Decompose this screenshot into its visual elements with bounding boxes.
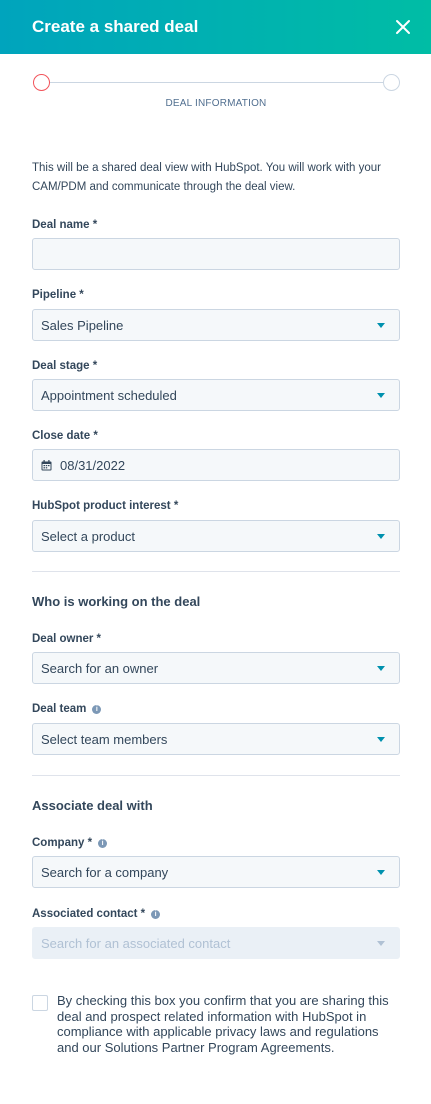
- deal-owner-select[interactable]: Search for an owner: [32, 652, 400, 684]
- close-icon[interactable]: [391, 15, 415, 39]
- deal-team-select[interactable]: Select team members: [32, 723, 400, 755]
- panel-header: Create a shared deal: [0, 0, 431, 54]
- calendar-icon: [41, 459, 52, 471]
- chevron-down-icon: [377, 665, 385, 671]
- contact-label: Associated contact * i: [32, 908, 161, 920]
- close-date-label: Close date *: [32, 430, 98, 442]
- company-select[interactable]: Search for a company: [32, 856, 400, 888]
- pipeline-select[interactable]: Sales Pipeline: [32, 309, 400, 341]
- info-icon[interactable]: i: [92, 704, 102, 714]
- deal-name-label: Deal name *: [32, 219, 97, 231]
- deal-stage-value: Appointment scheduled: [41, 387, 177, 403]
- panel-title: Create a shared deal: [32, 17, 199, 36]
- deal-team-label: Deal team i: [32, 703, 102, 715]
- consent-checkbox[interactable]: [32, 995, 48, 1011]
- deal-name-label-text: Deal name *: [32, 219, 98, 231]
- associate-section-title: Associate deal with: [32, 798, 153, 813]
- product-interest-select[interactable]: Select a product: [32, 520, 400, 552]
- product-interest-label-text: HubSpot product interest *: [32, 500, 179, 512]
- contact-select: Search for an associated contact: [32, 927, 400, 959]
- contact-label-text: Associated contact *: [32, 908, 146, 920]
- section-divider: [32, 775, 400, 776]
- pipeline-label-text: Pipeline *: [32, 289, 84, 301]
- step-2-dot: [383, 74, 400, 91]
- deal-stage-select[interactable]: Appointment scheduled: [32, 379, 400, 411]
- step-1-dot: [33, 74, 50, 91]
- product-interest-label: HubSpot product interest *: [32, 500, 178, 512]
- stepper-line: [48, 82, 384, 83]
- deal-owner-value: Search for an owner: [41, 660, 159, 676]
- consent-row: By checking this box you confirm that yo…: [32, 993, 402, 1055]
- deal-owner-label-text: Deal owner *: [32, 633, 102, 645]
- chevron-down-icon: [377, 533, 385, 539]
- section-divider: [32, 571, 400, 572]
- close-date-value: 08/31/2022: [60, 457, 126, 473]
- pipeline-label: Pipeline *: [32, 289, 84, 301]
- chevron-down-icon: [377, 736, 385, 742]
- chevron-down-icon: [377, 392, 385, 398]
- pipeline-value: Sales Pipeline: [41, 317, 124, 333]
- info-icon[interactable]: i: [151, 909, 161, 919]
- close-date-input[interactable]: 08/31/2022: [32, 449, 400, 481]
- info-icon[interactable]: i: [98, 838, 108, 848]
- deal-team-label-text: Deal team: [32, 703, 87, 715]
- contact-value: Search for an associated contact: [41, 935, 231, 951]
- consent-text: By checking this box you confirm that yo…: [57, 993, 389, 1055]
- company-label-text: Company *: [32, 837, 93, 849]
- deal-stage-label-text: Deal stage *: [32, 360, 98, 372]
- working-section-title: Who is working on the deal: [32, 594, 201, 609]
- step-label: DEAL INFORMATION: [165, 98, 267, 109]
- intro-text: This will be a shared deal view with Hub…: [32, 162, 381, 193]
- progress-stepper: DEAL INFORMATION: [32, 73, 400, 113]
- deal-stage-label: Deal stage *: [32, 360, 97, 372]
- deal-name-input[interactable]: [32, 238, 400, 270]
- company-label: Company * i: [32, 837, 108, 849]
- company-value: Search for a company: [41, 864, 169, 880]
- deal-team-value: Select team members: [41, 731, 168, 747]
- chevron-down-icon: [377, 940, 385, 946]
- close-date-label-text: Close date *: [32, 430, 98, 442]
- product-interest-value: Select a product: [41, 528, 135, 544]
- chevron-down-icon: [377, 322, 385, 328]
- chevron-down-icon: [377, 869, 385, 875]
- deal-owner-label: Deal owner *: [32, 633, 101, 645]
